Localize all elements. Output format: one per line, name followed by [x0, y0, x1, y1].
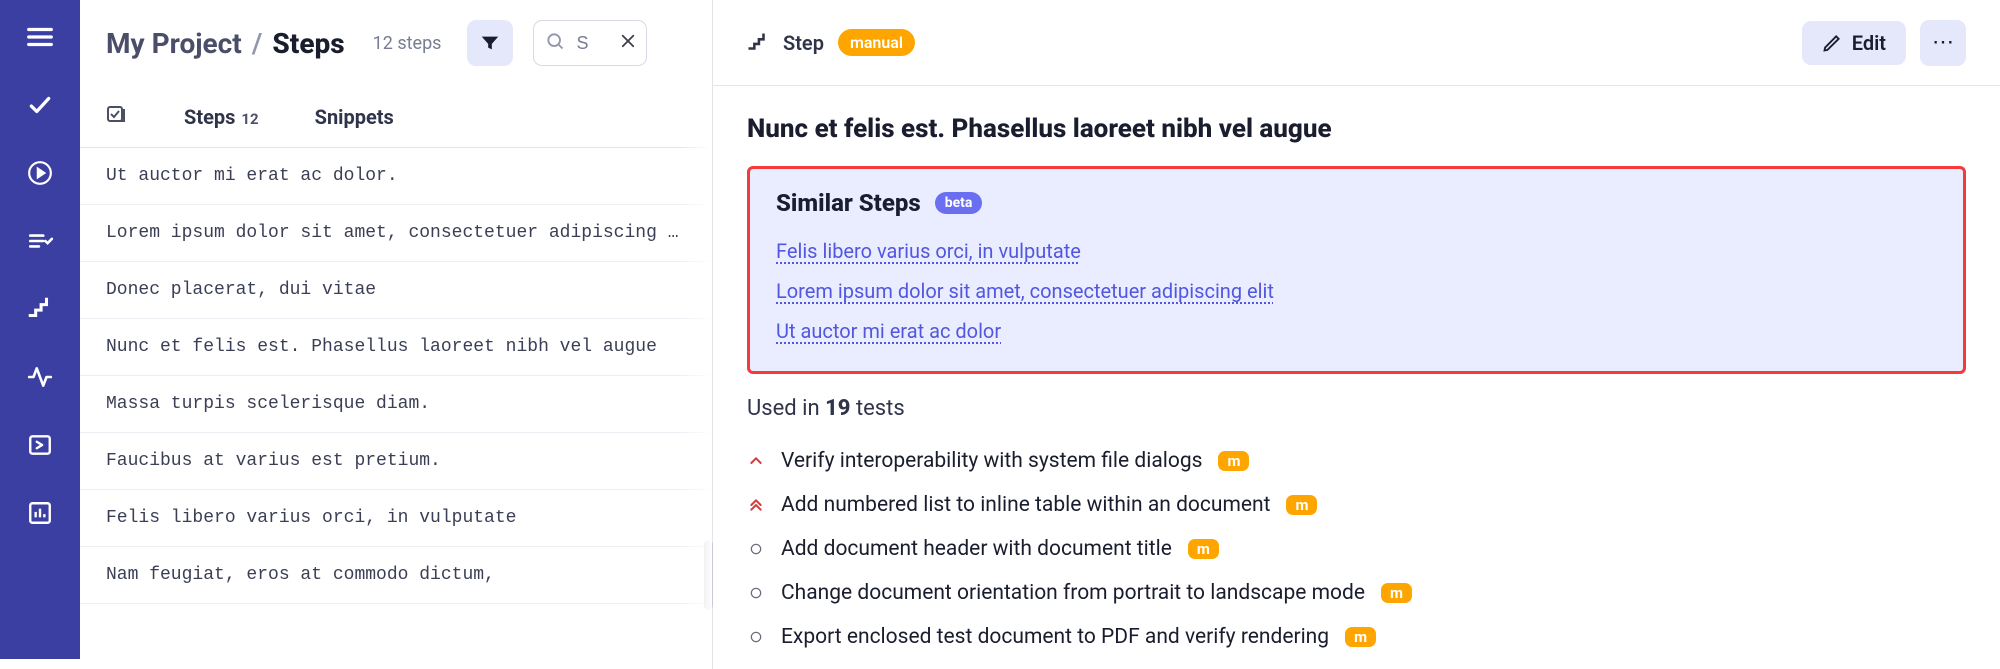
search-icon [545, 31, 565, 55]
step-row[interactable]: Lorem ipsum dolor sit amet, consectetuer… [80, 205, 712, 262]
test-name: Add document header with document title [781, 537, 1172, 561]
search-wrap [533, 20, 647, 66]
test-item[interactable]: Change document orientation from portrai… [747, 571, 1966, 615]
test-item[interactable]: Add numbered list to inline table within… [747, 483, 1966, 527]
manual-badge-small: m [1286, 495, 1317, 515]
test-item[interactable]: Export enclosed test document to PDF and… [747, 615, 1966, 659]
scrollbar-thumb[interactable] [704, 540, 713, 610]
step-row[interactable]: Ut auctor mi erat ac dolor. [80, 148, 712, 205]
play-circle-icon[interactable] [23, 156, 57, 190]
tab-snippets-label: Snippets [315, 105, 394, 129]
steps-icon[interactable] [23, 292, 57, 326]
test-item[interactable]: Add document header with document title … [747, 527, 1966, 571]
tab-steps-label: Steps [184, 105, 235, 129]
test-item[interactable]: Verify interoperability with system file… [747, 439, 1966, 483]
edit-label: Edit [1852, 31, 1886, 55]
similar-step-link[interactable]: Felis libero varius orci, in vulputate [776, 239, 1081, 263]
test-name: Export enclosed test document to PDF and… [781, 625, 1329, 649]
tab-steps-count: 12 [241, 110, 258, 128]
step-row[interactable]: Faucibus at varius est pretium. [80, 433, 712, 490]
sidebar [0, 0, 80, 659]
similar-title: Similar Steps [776, 189, 921, 217]
tab-snippets[interactable]: Snippets [315, 105, 394, 129]
priority-highest-icon [747, 497, 765, 513]
step-row[interactable]: Nunc et felis est. Phasellus laoreet nib… [80, 319, 712, 376]
edit-button[interactable]: Edit [1802, 21, 1906, 65]
left-header: My Project / Steps 12 steps [80, 0, 712, 86]
crumb-step-label: Step [783, 31, 824, 55]
step-row[interactable]: Donec placerat, dui vitae [80, 262, 712, 319]
used-in-label: Used in 19 tests [747, 396, 1966, 421]
tabs: Steps 12 Snippets [80, 86, 712, 148]
check-icon[interactable] [23, 88, 57, 122]
step-row[interactable]: Massa turpis scelerisque diam. [80, 376, 712, 433]
manual-badge: manual [838, 29, 915, 56]
step-crumb: Step manual [747, 29, 915, 56]
beta-badge: beta [935, 192, 983, 214]
similar-step-link[interactable]: Lorem ipsum dolor sit amet, consectetuer… [776, 279, 1274, 303]
manual-badge-small: m [1381, 583, 1412, 603]
right-body: Nunc et felis est. Phasellus laoreet nib… [713, 86, 2000, 669]
priority-low-icon [747, 630, 765, 644]
activity-icon[interactable] [23, 360, 57, 394]
test-name: Add numbered list to inline table within… [781, 493, 1270, 517]
filter-button[interactable] [467, 20, 513, 66]
step-list: Ut auctor mi erat ac dolor. Lorem ipsum … [80, 148, 712, 669]
similar-step-link[interactable]: Ut auctor mi erat ac dolor [776, 319, 1001, 343]
priority-low-icon [747, 542, 765, 556]
test-name: Change document orientation from portrai… [781, 581, 1365, 605]
right-header: Step manual Edit ⋯ [713, 0, 2000, 86]
project-name[interactable]: My Project [106, 27, 242, 60]
import-icon[interactable] [23, 428, 57, 462]
breadcrumb: My Project / Steps [106, 27, 345, 60]
close-icon[interactable] [619, 32, 637, 54]
report-icon[interactable] [23, 496, 57, 530]
step-row[interactable]: Nam feugiat, eros at commodo dictum, [80, 547, 712, 604]
breadcrumb-separator: / [252, 27, 263, 60]
select-all-icon[interactable] [104, 103, 128, 131]
tab-steps[interactable]: Steps 12 [184, 105, 259, 129]
steps-icon [747, 32, 769, 54]
manual-badge-small: m [1188, 539, 1219, 559]
step-title: Nunc et felis est. Phasellus laoreet nib… [747, 114, 1966, 144]
right-pane: Step manual Edit ⋯ Nunc et felis est. Ph… [713, 0, 2000, 669]
manual-badge-small: m [1218, 451, 1249, 471]
similar-steps-box: Similar Steps beta Felis libero varius o… [747, 166, 1966, 374]
more-button[interactable]: ⋯ [1920, 20, 1966, 66]
left-pane: My Project / Steps 12 steps [80, 0, 713, 669]
manual-badge-small: m [1345, 627, 1376, 647]
menu-icon[interactable] [23, 20, 57, 54]
priority-low-icon [747, 586, 765, 600]
page-title: Steps [272, 27, 344, 60]
pencil-icon [1822, 33, 1842, 53]
step-count: 12 steps [373, 33, 442, 54]
priority-high-icon [747, 453, 765, 469]
dots-icon: ⋯ [1932, 30, 1954, 55]
step-row[interactable]: Felis libero varius orci, in vulputate [80, 490, 712, 547]
checklist-icon[interactable] [23, 224, 57, 258]
test-name: Verify interoperability with system file… [781, 449, 1202, 473]
